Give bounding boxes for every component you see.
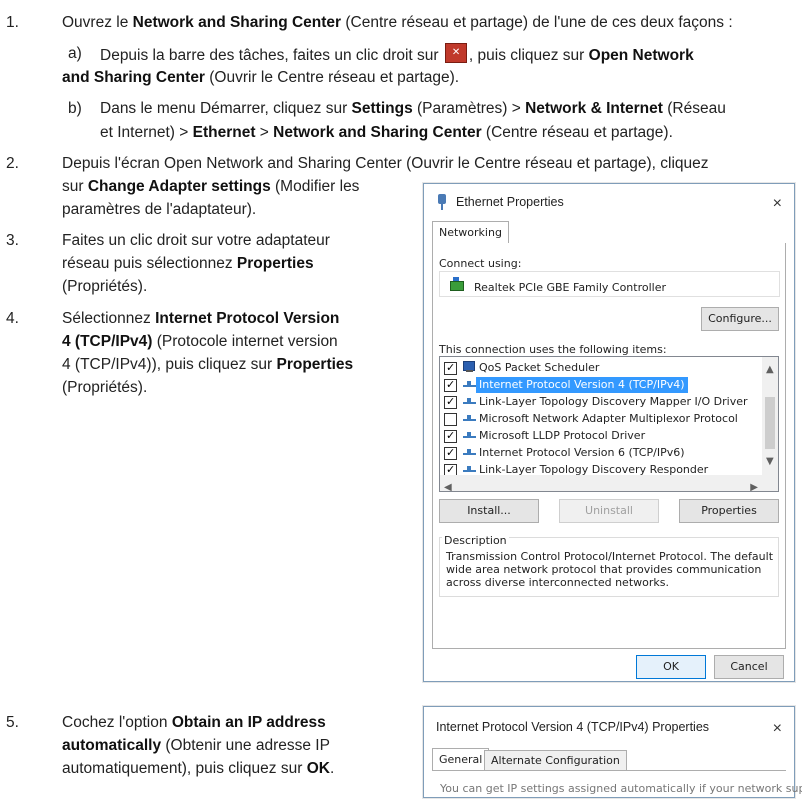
scroll-down-icon[interactable]: ▼ [766, 451, 774, 473]
item-label: Internet Protocol Version 6 (TCP/IPv6) [479, 446, 685, 459]
items-list[interactable]: QoS Packet Scheduler Internet Protocol Ve… [439, 356, 779, 492]
step-1a-letter: a) [68, 45, 82, 62]
ipv4-partial-text: You can get IP settings assigned automat… [440, 782, 802, 795]
step-2-number: 2. [6, 155, 19, 172]
description-text: Transmission Control Protocol/Internet P… [446, 550, 774, 589]
step-4-line1: Sélectionnez Internet Protocol Version [62, 310, 340, 327]
network-protocol-icon [463, 432, 476, 440]
step-5-line3: automatiquement), puis cliquez sur OK. [62, 760, 335, 777]
step-5-line2: automatically (Obtenir une adresse IP [62, 737, 330, 754]
ethernet-properties-dialog: Ethernet Properties × Networking Connect… [423, 183, 795, 682]
manual-page: 1. Ouvrez le Network and Sharing Center … [0, 0, 802, 798]
horizontal-scrollbar[interactable]: ◀ ▶ [440, 475, 778, 491]
item-checkbox[interactable] [444, 445, 457, 461]
tab-bar: Networking [432, 221, 786, 244]
step-1b-text: Dans le menu Démarrer, cliquez sur Setti… [100, 100, 726, 117]
network-protocol-icon [463, 381, 476, 389]
scroll-thumb[interactable] [765, 397, 775, 449]
step-3-line3: (Propriétés). [62, 278, 148, 295]
step-2-line2: sur Change Adapter settings (Modifier le… [62, 178, 360, 195]
adapter-box: Realtek PCIe GBE Family Controller [439, 271, 780, 297]
network-protocol-icon [463, 398, 476, 406]
network-adapter-icon [450, 277, 464, 291]
network-protocol-icon [463, 466, 476, 474]
item-checkbox[interactable] [444, 360, 457, 376]
hscroll-track [458, 478, 738, 488]
install-button[interactable]: Install... [439, 499, 539, 523]
item-label: QoS Packet Scheduler [479, 361, 600, 374]
ipv4-properties-dialog: Internet Protocol Version 4 (TCP/IPv4) P… [423, 706, 802, 798]
step-4-line2: 4 (TCP/IPv4) (Protocole internet version [62, 333, 338, 350]
step-1-text: Ouvrez le Network and Sharing Center (Ce… [62, 14, 733, 31]
description-group: Description Transmission Control Protoco… [439, 530, 779, 597]
uninstall-button[interactable]: Uninstall [559, 499, 659, 523]
item-label: Microsoft Network Adapter Multiplexor Pr… [479, 412, 738, 425]
network-protocol-icon [463, 415, 476, 423]
qos-scheduler-icon [463, 361, 476, 373]
ipv4-title-bar: Internet Protocol Version 4 (TCP/IPv4) P… [424, 707, 794, 747]
step-1b-letter: b) [68, 100, 82, 117]
item-label: Link-Layer Topology Discovery Mapper I/O… [479, 395, 748, 408]
item-label: Internet Protocol Version 4 (TCP/IPv4) [476, 377, 688, 393]
step-5-line1: Cochez l'option Obtain an IP address [62, 714, 326, 731]
scroll-right-icon[interactable]: ▶ [750, 477, 758, 491]
configure-button[interactable]: Configure... [701, 307, 779, 331]
step-3-number: 3. [6, 232, 19, 249]
close-icon[interactable]: × [773, 193, 782, 215]
networking-panel: Connect using: Realtek PCIe GBE Family C… [432, 243, 786, 649]
step-1b-line2: et Internet) > Ethernet > Network and Sh… [100, 124, 673, 141]
tab-networking[interactable]: Networking [432, 221, 509, 243]
adapter-name: Realtek PCIe GBE Family Controller [474, 281, 667, 294]
step-1-number: 1. [6, 14, 19, 31]
step-2-line3: paramètres de l'adaptateur). [62, 201, 257, 218]
properties-button[interactable]: Properties [679, 499, 779, 523]
step-1a-text: Depuis la barre des tâches, faites un cl… [100, 43, 800, 67]
vertical-scrollbar[interactable]: ▲ ▼ [762, 357, 778, 475]
cancel-button[interactable]: Cancel [714, 655, 784, 679]
ok-button[interactable]: OK [636, 655, 706, 679]
dialog-title: Ethernet Properties [456, 195, 564, 209]
network-protocol-icon [463, 449, 476, 457]
item-checkbox[interactable] [444, 394, 457, 410]
ethernet-icon [436, 194, 448, 210]
step-4-number: 4. [6, 310, 19, 327]
step-2-line1: Depuis l'écran Open Network and Sharing … [62, 155, 709, 172]
scroll-up-icon[interactable]: ▲ [766, 359, 774, 381]
network-error-icon [444, 43, 467, 63]
ipv4-dialog-title: Internet Protocol Version 4 (TCP/IPv4) P… [436, 720, 710, 734]
step-3-line1: Faites un clic droit sur votre adaptateu… [62, 232, 330, 249]
ipv4-tab-bar: General Alternate Configuration [432, 748, 786, 771]
item-checkbox[interactable] [444, 377, 457, 393]
ipv4-close-icon[interactable]: × [773, 718, 782, 740]
step-5-number: 5. [6, 714, 19, 731]
step-3-line2: réseau puis sélectionnez Properties [62, 255, 314, 272]
description-label: Description [442, 530, 509, 552]
item-label: Microsoft LLDP Protocol Driver [479, 429, 646, 442]
scroll-left-icon[interactable]: ◀ [444, 477, 452, 491]
item-checkbox[interactable] [444, 413, 457, 426]
dialog-title-bar: Ethernet Properties × [424, 184, 794, 220]
item-checkbox[interactable] [444, 428, 457, 444]
step-1a-line2: and Sharing Center (Ouvrir le Centre rés… [62, 69, 460, 86]
step-4-line3: 4 (TCP/IPv4)), puis cliquez sur Properti… [62, 356, 354, 373]
step-4-line4: (Propriétés). [62, 379, 148, 396]
tab-alternate-configuration[interactable]: Alternate Configuration [484, 750, 627, 770]
tab-general[interactable]: General [432, 748, 490, 770]
